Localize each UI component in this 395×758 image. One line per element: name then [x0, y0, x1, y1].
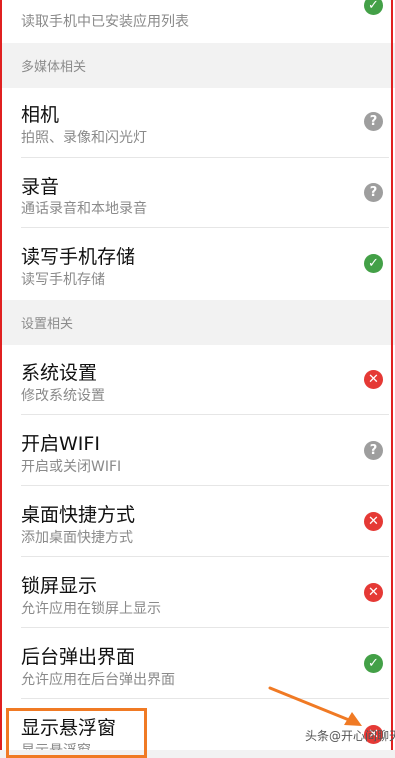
permission-row-camera[interactable]: 相机 拍照、录像和闪光灯 ? [0, 88, 395, 158]
denied-icon[interactable]: ✕ [364, 370, 383, 389]
permission-subtitle: 添加桌面快捷方式 [21, 530, 133, 546]
ask-icon[interactable]: ? [364, 183, 383, 202]
permission-row-desktop-shortcut[interactable]: 桌面快捷方式 添加桌面快捷方式 ✕ [0, 486, 395, 557]
denied-icon[interactable]: ✕ [364, 512, 383, 531]
section-label: 设置相关 [21, 317, 74, 332]
permission-row-app-list[interactable]: 读取手机中已安装应用列表 ✓ [0, 0, 395, 43]
permission-subtitle: 允许应用在锁屏上显示 [21, 601, 161, 617]
section-header-settings: 设置相关 [0, 300, 395, 345]
allowed-icon[interactable]: ✓ [364, 254, 383, 273]
permission-title: 系统设置 [21, 362, 98, 384]
permission-subtitle: 通话录音和本地录音 [21, 201, 147, 217]
allowed-icon[interactable]: ✓ [364, 654, 383, 673]
annotation-arrow-icon [268, 686, 362, 726]
permission-row-system-settings[interactable]: 系统设置 修改系统设置 ✕ [0, 345, 395, 415]
permission-title: 桌面快捷方式 [21, 504, 136, 526]
permission-row-storage[interactable]: 读写手机存储 读写手机存储 ✓ [0, 228, 395, 300]
permission-title: 锁屏显示 [21, 575, 98, 597]
permission-row-wifi[interactable]: 开启WIFI 开启或关闭WIFI ? [0, 415, 395, 486]
permission-row-lockscreen[interactable]: 锁屏显示 允许应用在锁屏上显示 ✕ [0, 557, 395, 628]
permission-title: 读写手机存储 [21, 246, 136, 268]
denied-icon[interactable]: ✕ [364, 583, 383, 602]
permission-row-recording[interactable]: 录音 通话录音和本地录音 ? [0, 158, 395, 228]
permission-subtitle: 开启或关闭WIFI [21, 459, 122, 475]
permission-title: 开启WIFI [21, 433, 100, 455]
ask-icon[interactable]: ? [364, 112, 383, 131]
section-label: 多媒体相关 [21, 60, 87, 75]
permission-subtitle: 拍照、录像和闪光灯 [21, 130, 147, 146]
permission-subtitle: 读取手机中已安装应用列表 [21, 14, 189, 30]
section-header-media: 多媒体相关 [0, 43, 395, 88]
permission-title: 录音 [21, 176, 60, 198]
ask-icon[interactable]: ? [364, 441, 383, 460]
allowed-icon[interactable]: ✓ [364, 0, 383, 15]
watermark: 头条@开心间聊天 [305, 729, 395, 743]
permission-title: 后台弹出界面 [21, 646, 136, 668]
permission-subtitle: 读写手机存储 [21, 272, 105, 288]
annotation-highlight-box [6, 708, 147, 758]
permission-subtitle: 修改系统设置 [21, 388, 105, 404]
permission-subtitle: 允许应用在后台弹出界面 [21, 672, 175, 688]
permission-title: 相机 [21, 104, 60, 126]
